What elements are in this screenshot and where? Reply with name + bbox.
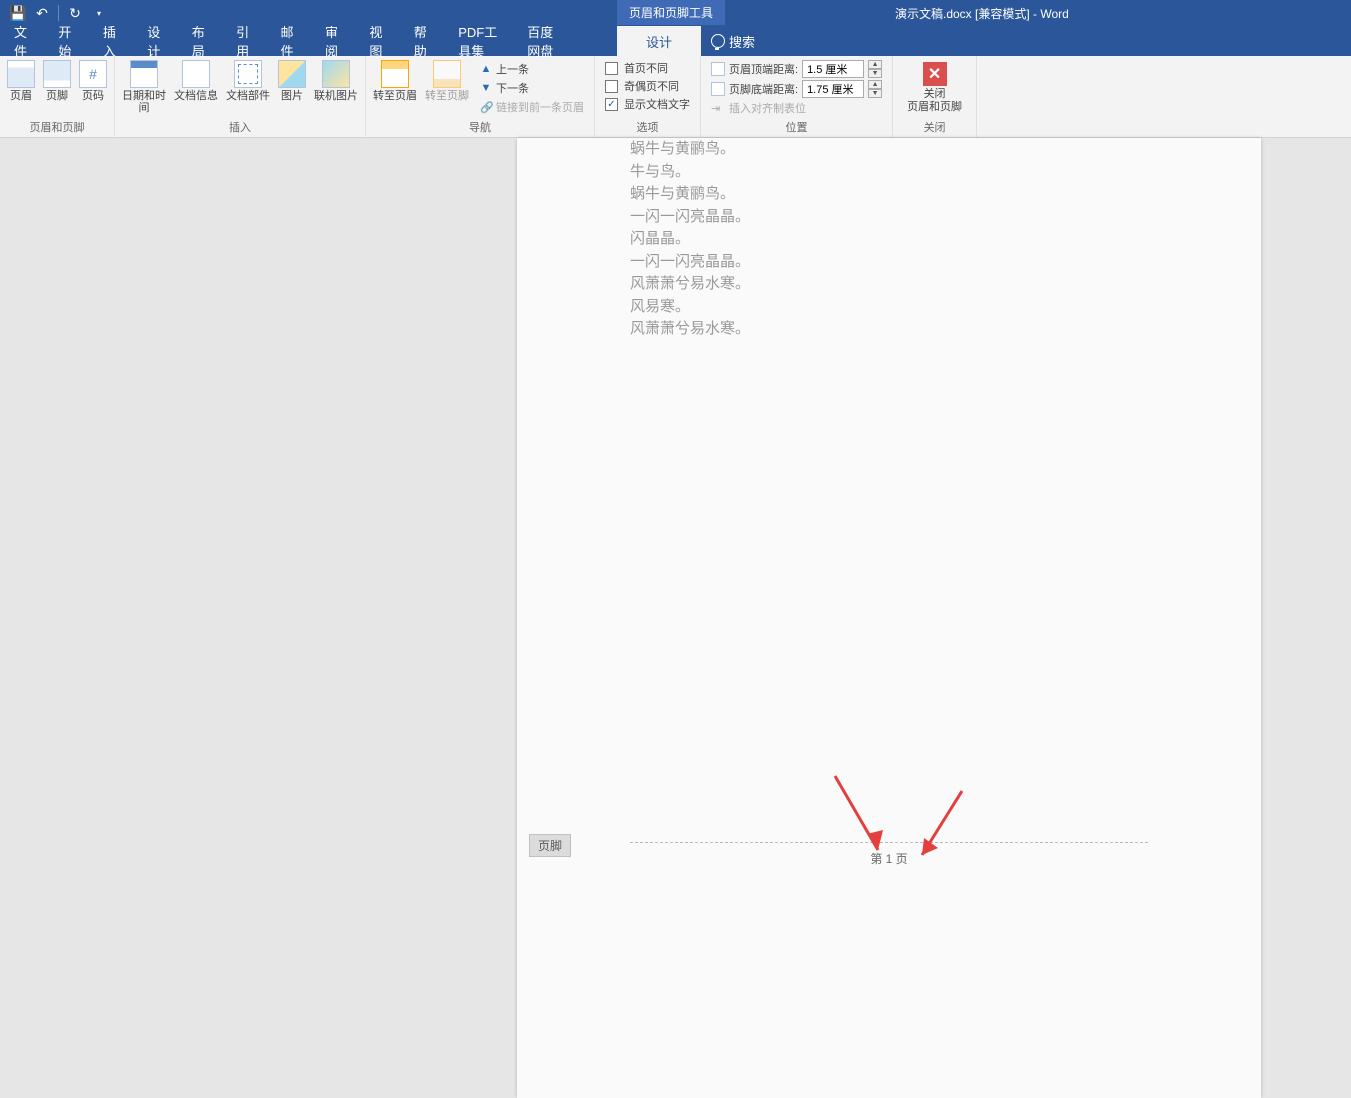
tell-me-search[interactable]: 搜索 [701,26,765,56]
arrow-down-icon: ▼ [480,82,492,94]
show-doc-text-checkbox[interactable]: ✓ [605,98,618,111]
footer-icon [43,60,71,88]
tab-home[interactable]: 开始 [44,26,88,56]
header-icon [7,60,35,88]
tab-pdf[interactable]: PDF工具集 [444,26,513,56]
header-button[interactable]: 页眉 [4,58,38,104]
tab-file[interactable]: 文件 [0,26,44,56]
link-previous-button: 🔗链接到前一条页眉 [478,98,586,116]
header-margin-icon [711,62,725,76]
goto-header-icon [381,60,409,88]
title-bar: 💾 ↶ ↻ ▾ 页眉和页脚工具 演示文稿.docx [兼容模式] - Word [0,0,1351,26]
undo-icon[interactable]: ↶ [32,3,52,23]
spin-down[interactable]: ▼ [868,69,882,78]
link-icon: 🔗 [480,101,492,114]
group-label: 页眉和页脚 [4,119,110,137]
header-top-input[interactable] [802,60,864,78]
annotation-arrow-right [910,783,980,873]
document-area[interactable]: 蜗牛与黄鹂鸟。牛与鸟。蜗牛与黄鹂鸟。一闪一闪亮晶晶。闪晶晶。一闪一闪亮晶晶。风萧… [0,138,1351,1017]
quick-access-toolbar: 💾 ↶ ↻ ▾ [0,3,109,23]
first-page-diff-label: 首页不同 [624,60,668,76]
tab-mailings[interactable]: 邮件 [267,26,311,56]
group-label: 选项 [599,119,696,137]
group-label: 关闭 [897,119,972,137]
next-section-button[interactable]: ▼下一条 [478,79,586,97]
odd-even-diff-label: 奇偶页不同 [624,78,679,94]
tab-review[interactable]: 审阅 [311,26,355,56]
page: 蜗牛与黄鹂鸟。牛与鸟。蜗牛与黄鹂鸟。一闪一闪亮晶晶。闪晶晶。一闪一闪亮晶晶。风萧… [517,138,1261,1098]
odd-even-diff-checkbox[interactable] [605,80,618,93]
tab-design[interactable]: 设计 [133,26,177,56]
close-icon: ✕ [923,62,947,86]
group-navigation: 转至页眉 转至页脚 ▲上一条 ▼下一条 🔗链接到前一条页眉 导航 [366,56,595,137]
document-body-text: 蜗牛与黄鹂鸟。牛与鸟。蜗牛与黄鹂鸟。一闪一闪亮晶晶。闪晶晶。一闪一闪亮晶晶。风萧… [630,138,750,341]
insert-tab-button: ⇥ 插入对齐制表位 [711,100,882,116]
footer-margin-icon [711,82,725,96]
pagenum-icon [79,60,107,88]
doc-info-button[interactable]: 文档信息 [171,58,221,104]
info-icon [182,60,210,88]
group-insert: 日期和时间 文档信息 文档部件 图片 联机图片 插入 [115,56,366,137]
search-label: 搜索 [729,32,755,51]
tab-hf-design[interactable]: 设计 [617,26,701,56]
window-title: 演示文稿.docx [兼容模式] - Word [895,5,1069,22]
prev-section-button[interactable]: ▲上一条 [478,60,586,78]
image-icon [278,60,306,88]
tab-view[interactable]: 视图 [355,26,399,56]
bulb-icon [711,34,725,48]
annotation-arrow-left [823,768,903,868]
goto-header-button[interactable]: 转至页眉 [370,58,420,104]
spin-down[interactable]: ▼ [868,89,882,98]
tab-baidu[interactable]: 百度网盘 [513,26,574,56]
group-options: 首页不同 奇偶页不同 ✓ 显示文档文字 选项 [595,56,701,137]
group-position: 页眉顶端距离: ▲▼ 页脚底端距离: ▲▼ ⇥ 插入对齐制表位 位置 [701,56,893,137]
footer-bottom-input[interactable] [802,80,864,98]
save-icon[interactable]: 💾 [8,3,28,23]
ribbon: 页眉 页脚 页码 页眉和页脚 日期和时间 文档信息 文档部件 图片 联机图片 插… [0,56,1351,138]
separator [58,5,59,21]
tab-layout[interactable]: 布局 [178,26,222,56]
online-image-button[interactable]: 联机图片 [311,58,361,104]
align-tab-icon: ⇥ [711,102,725,115]
date-icon [130,60,158,88]
arrow-up-icon: ▲ [480,63,492,75]
image-button[interactable]: 图片 [275,58,309,104]
group-label: 位置 [705,119,888,137]
redo-icon[interactable]: ↻ [65,3,85,23]
header-top-label: 页眉顶端距离: [729,61,798,77]
group-header-footer: 页眉 页脚 页码 页眉和页脚 [0,56,115,137]
group-label: 插入 [119,119,361,137]
parts-icon [234,60,262,88]
spin-up[interactable]: ▲ [868,60,882,69]
show-doc-text-label: 显示文档文字 [624,96,690,112]
spin-up[interactable]: ▲ [868,80,882,89]
qat-dropdown-icon[interactable]: ▾ [89,3,109,23]
close-hf-button[interactable]: ✕ 关闭 页眉和页脚 [897,58,972,118]
goto-footer-button[interactable]: 转至页脚 [422,58,472,104]
online-image-icon [322,60,350,88]
goto-footer-icon [433,60,461,88]
footer-bottom-label: 页脚底端距离: [729,81,798,97]
date-button[interactable]: 日期和时间 [119,58,169,116]
first-page-diff-checkbox[interactable] [605,62,618,75]
doc-parts-button[interactable]: 文档部件 [223,58,273,104]
contextual-tab-label: 页眉和页脚工具 [617,0,725,25]
footer-button[interactable]: 页脚 [40,58,74,104]
tab-help[interactable]: 帮助 [400,26,444,56]
tab-references[interactable]: 引用 [222,26,266,56]
group-label: 导航 [370,119,590,137]
tab-insert[interactable]: 插入 [89,26,133,56]
menu-bar: 文件 开始 插入 设计 布局 引用 邮件 审阅 视图 帮助 PDF工具集 百度网… [0,26,1351,56]
group-close: ✕ 关闭 页眉和页脚 关闭 [893,56,977,137]
pagenum-button[interactable]: 页码 [76,58,110,104]
